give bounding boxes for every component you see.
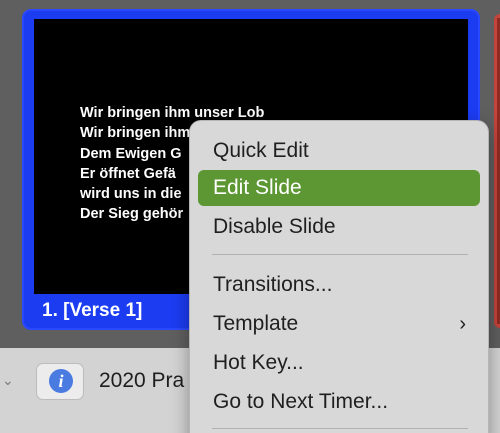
menu-item-transitions[interactable]: Transitions... <box>198 267 480 303</box>
menu-item-template[interactable]: Template › <box>198 306 480 342</box>
menu-separator <box>212 254 468 255</box>
menu-item-edit-slide[interactable]: Edit Slide <box>198 170 480 206</box>
menu-item-label: Quick Edit <box>213 139 309 162</box>
context-menu: Quick Edit Edit Slide Disable Slide Tran… <box>189 120 489 433</box>
chevron-down-icon[interactable]: ⌄ <box>2 372 14 389</box>
menu-item-label: Disable Slide <box>213 215 336 238</box>
menu-item-go-to-next-timer[interactable]: Go to Next Timer... <box>198 384 480 420</box>
info-button[interactable]: i <box>36 363 84 400</box>
menu-item-label: Transitions... <box>213 273 333 296</box>
menu-item-disable-slide[interactable]: Disable Slide <box>198 209 480 245</box>
menu-item-label: Template <box>213 312 299 335</box>
slide-label: 1. [Verse 1] <box>42 300 143 321</box>
chevron-right-icon: › <box>459 313 466 335</box>
menu-item-label: Go to Next Timer... <box>213 390 389 413</box>
menu-item-label: Edit Slide <box>213 176 302 199</box>
menu-item-label: Hot Key... <box>213 351 304 374</box>
menu-item-quick-edit[interactable]: Quick Edit <box>198 133 480 169</box>
info-icon: i <box>49 369 73 393</box>
menu-item-hot-key[interactable]: Hot Key... <box>198 345 480 381</box>
playlist-name[interactable]: 2020 Pra <box>99 369 184 393</box>
menu-separator <box>212 428 468 429</box>
